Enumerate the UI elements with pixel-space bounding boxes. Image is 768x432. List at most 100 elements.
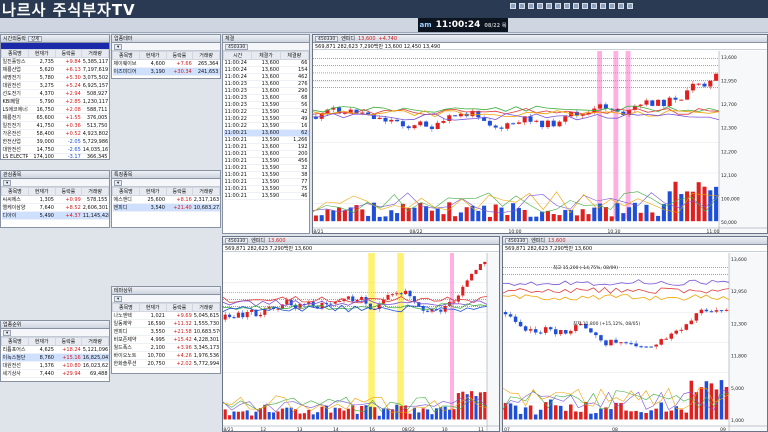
table-row[interactable]: 가온전선 58,400 +0.52 4,923,802 [1, 129, 109, 138]
table-row[interactable]: 11:00:24 13,600 154 [223, 66, 309, 74]
table-row[interactable]: 대원전선1,376+10.8016,023,621 [1, 361, 109, 370]
table-row[interactable]: 선도전기 4,370 +2.94 508,927 [1, 89, 109, 98]
table-row[interactable]: 일진전기 41,750 +0.36 513,750 [1, 121, 109, 130]
column-header[interactable]: 거래량 [192, 51, 220, 60]
table-row[interactable]: 제이웨이브 4,600 +7.66 265,364 [112, 59, 220, 68]
table-row[interactable]: 11:00:21 13,590 1,266 [223, 136, 309, 144]
column-header[interactable]: 현재가 [27, 337, 56, 346]
table-row[interactable]: 리튬포어스 4,625 +18.24 5,121,096 [1, 345, 109, 354]
close-icon[interactable] [627, 3, 633, 9]
column-header[interactable]: 현재가 [138, 303, 167, 312]
watchlist-tab[interactable]: 상세 [28, 35, 43, 42]
table-row[interactable]: KBI메탈 5,790 +2.85 1,230,117 [1, 97, 109, 106]
right-chart-canvas[interactable]: 13,600 12,950 12,300 11,800 5,000 1,000 07 08 09… [503, 253, 767, 432]
column-header[interactable]: 체결량 [279, 51, 309, 60]
table-row[interactable]: 11:00:23 13,600 68 [223, 94, 309, 102]
window-icon[interactable] [564, 3, 570, 9]
column-header[interactable]: 등락률 [165, 303, 194, 312]
table-row[interactable]: 나노엔텍 1,021 +9.69 5,045,615 [112, 311, 220, 320]
column-header[interactable]: 시간 [223, 51, 253, 60]
column-header[interactable]: 종목명 [112, 303, 140, 312]
table-row[interactable]: 월드폭스 2,100 +3.96 3,345,173 [112, 343, 220, 352]
left-chart-canvas[interactable]: 08/21 12 13 14 16 08/22 10 11 [223, 253, 499, 432]
table-row[interactable]: 디아이5,490+4.3711,145,428 [1, 211, 109, 220]
column-header[interactable]: 거래량 [81, 49, 109, 58]
table-row[interactable]: 11:00:22 13,590 16 [223, 122, 309, 130]
table-row[interactable]: 바이오노트 10,700 +4.26 1,976,536 [112, 351, 220, 360]
table-row[interactable]: 11:00:22 13,590 42 [223, 108, 309, 116]
table-row[interactable]: 이녹스첨단8,760+15.1616,825,041 [1, 353, 109, 362]
ticks-code-input[interactable]: 450330 [225, 43, 249, 50]
table-row[interactable]: 11:00:21 13,590 46 [223, 192, 309, 200]
table-row[interactable]: 세기상사 7,440 +29.94 69,488 [1, 369, 109, 378]
column-header[interactable]: 체결가 [251, 51, 281, 60]
main-chart-code[interactable]: 450330 [315, 35, 339, 42]
table-row[interactable]: 11:00:23 13,590 56 [223, 101, 309, 109]
table-row[interactable]: 11:00:21 13,590 38 [223, 171, 309, 179]
table-row[interactable]: 대한전선14,750-2.6514,035,167 [1, 145, 109, 154]
column-header[interactable]: 현재가 [27, 187, 56, 196]
column-header[interactable]: 현재가 [138, 187, 167, 196]
table-row[interactable]: 한전산업 39,000 -2.05 5,729,986 [1, 137, 109, 146]
column-header[interactable]: 종목명 [1, 187, 29, 196]
sector5-filter-button[interactable]: ▾ [3, 329, 12, 336]
column-header[interactable]: 거래량 [81, 187, 109, 196]
table-row[interactable]: 11:00:22 13,590 49 [223, 115, 309, 123]
table-row[interactable]: 11:00:23 13,600 290 [223, 87, 309, 95]
column-header[interactable]: 종목명 [1, 337, 29, 346]
table-row[interactable]: 11:00:21 13,590 456 [223, 157, 309, 165]
column-header[interactable]: 현재가 [138, 51, 167, 60]
table-row[interactable]: 11:00:21 13,590 32 [223, 164, 309, 172]
window-icon[interactable] [573, 3, 579, 9]
window-icon[interactable] [591, 3, 597, 9]
table-row[interactable]: 제룡산업 5,620 +6.13 7,197,619 [1, 65, 109, 74]
column-header[interactable]: 등락률 [54, 49, 83, 58]
table-row[interactable]: 11:00:21 13,590 77 [223, 178, 309, 186]
left-chart-code[interactable]: 450330 [225, 237, 249, 244]
column-header[interactable]: 거래량 [81, 337, 109, 346]
sector-filter-button[interactable]: ▾ [114, 43, 123, 50]
column-header[interactable]: 종목명 [112, 51, 140, 60]
column-header[interactable]: 등락률 [165, 51, 194, 60]
table-row[interactable]: 11:00:21 13,600 62 [223, 129, 309, 137]
table-row[interactable]: 비보존제약 4,995 +15.42 4,228,301 [112, 335, 220, 344]
table-row[interactable]: 일진홀딩스 2,735 +9.84 5,385,117 [1, 57, 109, 66]
window-icon[interactable] [609, 3, 615, 9]
sector2-filter-button[interactable]: ▾ [3, 179, 12, 186]
table-row[interactable]: 엘케이삼양 7,640 +8.52 2,606,301 [1, 203, 109, 212]
table-row[interactable]: LS ELECTRIC174,100-3.17366,345 [1, 153, 109, 159]
table-row[interactable]: 11:00:21 13,600 192 [223, 143, 309, 151]
table-row[interactable]: 11:00:21 13,600 200 [223, 150, 309, 158]
pin-icon[interactable] [528, 3, 534, 9]
table-row[interactable]: 11:00:21 13,590 75 [223, 185, 309, 193]
sector3-filter-button[interactable]: ▾ [114, 179, 123, 186]
table-row[interactable]: 11:00:23 13,600 276 [223, 80, 309, 88]
window-icon[interactable] [555, 3, 561, 9]
column-header[interactable]: 등락률 [165, 187, 194, 196]
search-icon[interactable] [510, 3, 516, 9]
table-row[interactable]: 세명전기 5,780 +5.30 3,075,502 [1, 73, 109, 82]
sector4-filter-button[interactable]: ▾ [114, 295, 123, 302]
table-row[interactable]: LS에코에너지16,750+2.08588,711 [1, 105, 109, 114]
table-row[interactable]: 11:00:24 13,600 66 [223, 59, 309, 67]
window-icon[interactable] [546, 3, 552, 9]
table-row[interactable]: 한화솔루션 20,750 +2.02 5,772,994 [112, 359, 220, 368]
column-header[interactable]: 거래량 [192, 303, 220, 312]
main-chart-canvas[interactable]: 13,600 12,950 12,700 12,300 12,200 12,100 100,… [313, 51, 767, 234]
column-header[interactable]: 종목명 [112, 187, 140, 196]
window-icon[interactable] [537, 3, 543, 9]
table-row[interactable]: 11:00:24 13,600 462 [223, 73, 309, 81]
window-icon[interactable] [618, 3, 624, 9]
table-row[interactable]: 엔피디3,550+21.5810,683,570 [112, 327, 220, 336]
window-icon[interactable] [600, 3, 606, 9]
right-chart-code[interactable]: 450330 [505, 237, 529, 244]
column-header[interactable]: 등락률 [54, 187, 83, 196]
table-row[interactable]: 에스앤디 25,600 +8.16 2,317,163 [112, 195, 220, 204]
column-header[interactable]: 현재가 [27, 49, 56, 58]
table-row[interactable]: 이즈미디어 3,190 +30.34 241,653 [112, 67, 220, 76]
table-row[interactable]: 제룡전기 65,600 +1.55 376,005 [1, 113, 109, 122]
table-row[interactable]: 대원전선 3,275 +5.24 6,925,157 [1, 81, 109, 90]
column-header[interactable]: 등락률 [54, 337, 83, 346]
table-row[interactable]: 엔피디3,540+21.4010,683,272 [112, 203, 220, 212]
window-icon[interactable] [582, 3, 588, 9]
